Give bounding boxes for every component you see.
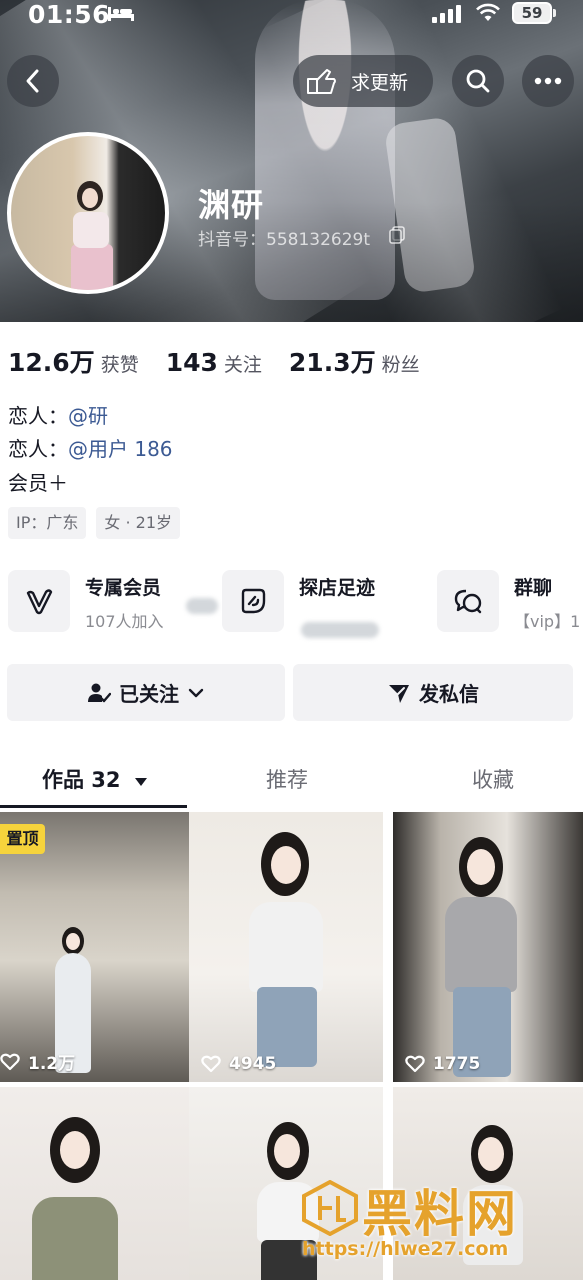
feature-subtitle: 【vip】1 xyxy=(514,612,581,631)
likes-label: 获赞 xyxy=(100,354,139,376)
video-likes-count: 1775 xyxy=(433,1054,481,1074)
video-thumbnail[interactable]: 4945 xyxy=(189,812,383,1082)
ip-location-tag: IP：广东 xyxy=(8,507,87,539)
send-message-button[interactable]: 发私信 xyxy=(293,664,573,721)
following-button[interactable]: 已关注 xyxy=(7,664,285,721)
watermark-title: 黑料网 xyxy=(362,1185,518,1243)
cell-signal-icon xyxy=(432,5,461,23)
battery-tip xyxy=(553,9,556,17)
video-thumbnail[interactable] xyxy=(0,1087,194,1280)
chat-bubble-icon xyxy=(454,589,482,614)
video-likes: 1775 xyxy=(405,1054,480,1074)
bio-line: 恋人：@研 xyxy=(8,400,108,429)
video-likes: 4945 xyxy=(201,1054,276,1074)
profile-nickname: 渊研 xyxy=(198,186,265,224)
profile-stats: 12.6万 获赞 143 关注 21.3万 粉丝 xyxy=(8,343,447,383)
feature-title: 群聊 xyxy=(514,577,553,599)
profile-tags: IP：广东 女 · 21岁 xyxy=(8,507,180,539)
douyin-id: 抖音号：558132629t xyxy=(198,230,371,250)
site-watermark: 黑料网 https://hlwe27.com xyxy=(300,1180,583,1280)
more-dots-icon xyxy=(534,77,562,85)
tab-recommend[interactable]: 推荐 xyxy=(266,764,308,794)
back-button[interactable] xyxy=(7,55,59,107)
wifi-icon xyxy=(476,3,500,21)
exclusive-membership-entry[interactable]: 专属会员 107人加入 xyxy=(8,570,218,634)
group-chat-entry[interactable]: 群聊 【vip】1 xyxy=(437,570,583,634)
store-visits-entry[interactable]: 探店足迹 xyxy=(222,570,432,638)
tab-works[interactable]: 作品 32 xyxy=(42,764,148,794)
bio-mention-link[interactable]: @研 xyxy=(68,404,108,428)
video-likes-count: 4945 xyxy=(229,1054,277,1074)
feature-title: 探店足迹 xyxy=(299,577,376,599)
heart-icon xyxy=(0,1053,20,1070)
feature-icon-box xyxy=(222,570,284,632)
bio-prefix: 恋人： xyxy=(8,404,68,428)
avatar[interactable] xyxy=(7,132,169,294)
feature-title: 专属会员 xyxy=(85,577,162,599)
bio-mention-link[interactable]: @用户 186 xyxy=(68,437,173,461)
sleep-focus-icon xyxy=(108,7,134,21)
search-button[interactable] xyxy=(452,55,504,107)
bio-prefix: 恋人： xyxy=(8,437,68,461)
following-label: 已关注 xyxy=(119,682,179,706)
location-tag-icon xyxy=(241,588,266,614)
tab-favorites[interactable]: 收藏 xyxy=(472,764,514,794)
followers-label: 粉丝 xyxy=(381,354,420,376)
feature-subtitle: 107人加入 xyxy=(85,612,164,631)
profile-tabs: 作品 32 推荐 收藏 xyxy=(0,750,583,810)
heart-icon xyxy=(405,1055,425,1073)
likes-count[interactable]: 12.6万 xyxy=(8,343,95,379)
pinned-badge: 置顶 xyxy=(0,824,45,854)
video-thumbnail[interactable]: 1775 xyxy=(393,812,583,1082)
following-count[interactable]: 143 xyxy=(166,348,218,377)
status-bar: 01:56 59 xyxy=(0,0,583,29)
status-time: 01:56 xyxy=(28,0,111,29)
following-label: 关注 xyxy=(223,354,262,376)
caret-down-icon xyxy=(134,778,147,786)
blurred-content xyxy=(301,622,379,638)
search-icon xyxy=(466,69,490,93)
active-tab-indicator xyxy=(0,805,187,808)
heart-icon xyxy=(201,1055,221,1073)
avatar-photo-part xyxy=(73,212,109,248)
battery-indicator: 59 xyxy=(512,2,552,24)
chevron-left-icon xyxy=(26,69,39,93)
followers-count[interactable]: 21.3万 xyxy=(289,343,376,379)
avatar-photo-part xyxy=(71,244,113,290)
video-likes-count: 1.2万 xyxy=(28,1054,76,1074)
tab-works-label: 作品 32 xyxy=(42,768,121,792)
chevron-down-icon xyxy=(188,688,204,697)
avatar-photo-part xyxy=(82,188,98,208)
send-arrow-icon xyxy=(389,684,409,703)
copy-icon[interactable] xyxy=(389,226,405,244)
send-message-label: 发私信 xyxy=(419,682,479,706)
video-thumbnail[interactable]: 置顶 1.2万 xyxy=(0,812,194,1082)
request-update-label: 求更新 xyxy=(351,71,409,94)
bio-line: 会员＋ xyxy=(8,471,68,495)
more-button[interactable] xyxy=(522,55,574,107)
gender-age-tag: 女 · 21岁 xyxy=(96,507,180,539)
v-badge-icon xyxy=(26,589,53,615)
blurred-content xyxy=(186,598,218,614)
watermark-url: https://hlwe27.com xyxy=(302,1238,509,1260)
bio-line: 恋人：@用户 186 xyxy=(8,433,173,462)
feature-icon-box xyxy=(8,570,70,632)
feature-icon-box xyxy=(437,570,499,632)
video-likes: 1.2万 xyxy=(0,1049,75,1074)
pointing-hand-icon xyxy=(307,69,336,94)
watermark-logo-icon xyxy=(302,1180,358,1236)
user-check-icon xyxy=(88,683,111,702)
request-update-button[interactable]: 求更新 xyxy=(293,55,433,107)
